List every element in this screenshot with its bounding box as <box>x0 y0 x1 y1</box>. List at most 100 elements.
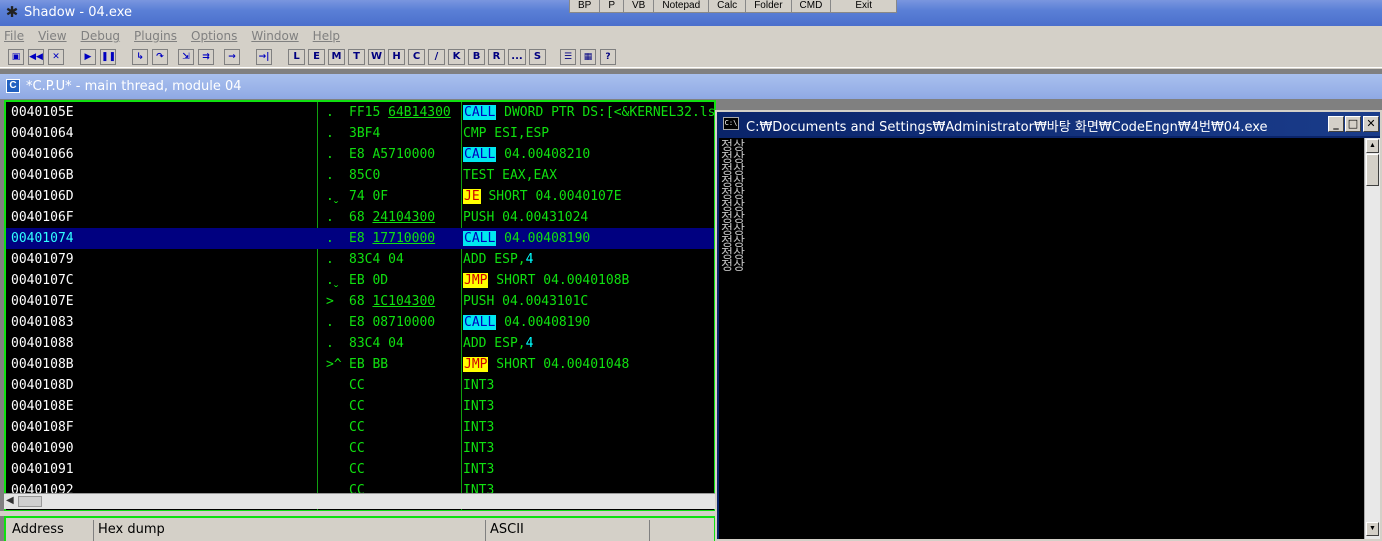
disasm-row[interactable]: 00401083. E8 08710000 CALL 04.00408190 <box>6 312 714 333</box>
disasm-row[interactable]: 00401090 CC INT3 <box>6 438 714 459</box>
disasm-row[interactable]: 0040108D CC INT3 <box>6 375 714 396</box>
cpu-window-title: *C.P.U* - main thread, module 04 <box>26 79 242 94</box>
disasm-row[interactable]: 0040106F. 68 24104300 PUSH 04.00431024 <box>6 207 714 228</box>
quick-button-calc[interactable]: Calc <box>709 0 747 13</box>
trace-into-icon[interactable]: ⇲ <box>178 49 194 65</box>
jump-marker: . <box>326 105 334 120</box>
minimize-button[interactable]: _ <box>1328 116 1344 132</box>
instruction-text: ADD ESP,4 <box>463 249 533 270</box>
scroll-up-arrow-icon[interactable]: ▲ <box>1366 139 1379 153</box>
quick-button-p[interactable]: P <box>600 0 625 13</box>
execute-till-return-icon[interactable]: → <box>224 49 240 65</box>
menu-help[interactable]: Help <box>313 29 340 43</box>
dump-column-address[interactable]: Address <box>8 520 94 541</box>
help-icon[interactable]: ? <box>600 49 616 65</box>
step-over-icon[interactable]: ↷ <box>152 49 168 65</box>
menu-window[interactable]: Window <box>251 29 298 43</box>
disasm-row[interactable]: 00401074. E8 17710000 CALL 04.00408190 <box>6 228 714 249</box>
toolbar-window-button[interactable]: ... <box>508 49 526 65</box>
disasm-row[interactable]: 0040107E >68 1C104300 PUSH 04.0043101C <box>6 291 714 312</box>
instruction-text: PUSH 04.00431024 <box>463 207 588 228</box>
main-title-bar[interactable]: ✱ Shadow - 04.exe BP P VB Notepad Calc Folder… <box>0 0 1382 26</box>
operands: EAX,EAX <box>494 168 557 183</box>
close-button[interactable]: ✕ <box>1363 116 1379 132</box>
menu-plugins[interactable]: Plugins <box>134 29 177 43</box>
toolbar-window-button[interactable]: H <box>388 49 405 65</box>
operand-text: ESP, <box>486 252 526 267</box>
dump-column-hex[interactable]: Hex dump <box>94 520 486 541</box>
go-to-icon[interactable]: →| <box>256 49 272 65</box>
disasm-row[interactable]: 0040108E CC INT3 <box>6 396 714 417</box>
toolbar-window-button[interactable]: C <box>408 49 425 65</box>
trace-over-icon[interactable]: ⇉ <box>198 49 214 65</box>
maximize-button[interactable]: □ <box>1345 116 1361 132</box>
scroll-thumb[interactable] <box>1366 154 1379 186</box>
operands: ESI,ESP <box>486 126 549 141</box>
disasm-row[interactable]: 00401066. E8 A5710000 CALL 04.00408210 <box>6 144 714 165</box>
quick-button-exit[interactable]: Exit <box>831 0 896 13</box>
disasm-row[interactable]: 0040105E. FF15 64B14300 CALL DWORD PTR DS:… <box>6 102 714 123</box>
toolbar-window-button[interactable]: B <box>468 49 485 65</box>
quick-button-folder[interactable]: Folder <box>746 0 792 13</box>
quick-button-cmd[interactable]: CMD <box>792 0 832 13</box>
dump-column-ascii[interactable]: ASCII <box>486 520 650 541</box>
step-into-icon[interactable]: ↳ <box>132 49 148 65</box>
hex-bytes: CC <box>349 441 365 456</box>
quick-button-notepad[interactable]: Notepad <box>654 0 710 13</box>
scroll-left-arrow-icon[interactable]: ◀ <box>6 495 18 508</box>
cpu-window-title-bar[interactable]: C *C.P.U* - main thread, module 04 <box>0 74 1382 99</box>
hex-bytes: FF15 <box>349 105 389 120</box>
list-icon[interactable]: ☰ <box>560 49 576 65</box>
quick-button-bp[interactable]: BP <box>570 0 601 13</box>
disasm-row[interactable]: 0040107C .ˬ EB 0D JMP SHORT 04.0040108B <box>6 270 714 291</box>
disasm-row[interactable]: 0040108B >^ EB BB JMP SHORT 04.00401048 <box>6 354 714 375</box>
mnemonic: PUSH <box>463 294 495 309</box>
toolbar-window-button[interactable]: L <box>288 49 305 65</box>
console-window[interactable]: C:\ C:₩Documents and Settings₩Administra… <box>715 110 1382 541</box>
disasm-row[interactable]: 00401091 CC INT3 <box>6 459 714 480</box>
instruction-address: 0040106F <box>11 210 74 225</box>
mnemonic: INT3 <box>463 420 495 435</box>
hex-bytes: CC <box>349 399 365 414</box>
disasm-row[interactable]: 0040106B. 85C0 TEST EAX,EAX <box>6 165 714 186</box>
menu-file[interactable]: File <box>4 29 24 43</box>
close-debuggee-icon[interactable]: ✕ <box>48 49 64 65</box>
pause-icon[interactable]: ❚❚ <box>100 49 116 65</box>
run-icon[interactable]: ▶ <box>80 49 96 65</box>
toolbar-window-button[interactable]: R <box>488 49 505 65</box>
operands: SHORT 04.0040107E <box>481 189 621 204</box>
disasm-row[interactable]: 00401079. 83C4 04 ADD ESP,4 <box>6 249 714 270</box>
hex-address-bytes: 1C104300 <box>372 294 436 309</box>
disasm-row[interactable]: 00401088. 83C4 04 ADD ESP,4 <box>6 333 714 354</box>
menu-debug[interactable]: Debug <box>81 29 120 43</box>
scroll-down-arrow-icon[interactable]: ▼ <box>1366 522 1379 536</box>
toolbar-window-button[interactable]: M <box>328 49 345 65</box>
instruction-address: 00401088 <box>11 336 74 351</box>
jump-marker: . <box>326 315 334 330</box>
quick-button-vb[interactable]: VB <box>624 0 655 13</box>
restart-icon[interactable]: ◀◀ <box>28 49 44 65</box>
toolbar-window-button[interactable]: S <box>529 49 546 65</box>
toolbar-window-button[interactable]: E <box>308 49 325 65</box>
hex-bytes: CC <box>349 420 365 435</box>
console-title-bar[interactable]: C:\ C:₩Documents and Settings₩Administra… <box>717 112 1380 136</box>
scroll-thumb[interactable] <box>18 496 42 507</box>
disassembly-pane[interactable]: 0040105E. FF15 64B14300 CALL DWORD PTR DS:… <box>4 100 716 512</box>
open-icon[interactable]: ▣ <box>8 49 24 65</box>
toolbar-window-button[interactable]: / <box>428 49 445 65</box>
menu-options[interactable]: Options <box>191 29 237 43</box>
toolbar-window-button[interactable]: K <box>448 49 465 65</box>
disasm-row[interactable]: 0040106D .ˬ 74 0F JE SHORT 04.0040107E <box>6 186 714 207</box>
console-output[interactable]: 정상 정상 정상 정상 정상 정상 정상 정상 정상 정상 정상 <box>719 138 1364 539</box>
colors-icon[interactable]: ▦ <box>580 49 596 65</box>
menu-view[interactable]: View <box>38 29 66 43</box>
disasm-row[interactable]: 0040108F CC INT3 <box>6 417 714 438</box>
instruction-hex: 83C4 04 <box>349 333 404 354</box>
disasm-row[interactable]: 00401064. 3BF4 CMP ESI,ESP <box>6 123 714 144</box>
toolbar-window-button[interactable]: T <box>348 49 365 65</box>
instruction-address: 00401090 <box>11 441 74 456</box>
console-vertical-scrollbar[interactable]: ▲ ▼ <box>1364 138 1380 539</box>
disassembly-horizontal-scrollbar[interactable]: ◀ <box>4 493 716 509</box>
instruction-hex: 68 1C104300 <box>349 291 435 312</box>
toolbar-window-button[interactable]: W <box>368 49 385 65</box>
